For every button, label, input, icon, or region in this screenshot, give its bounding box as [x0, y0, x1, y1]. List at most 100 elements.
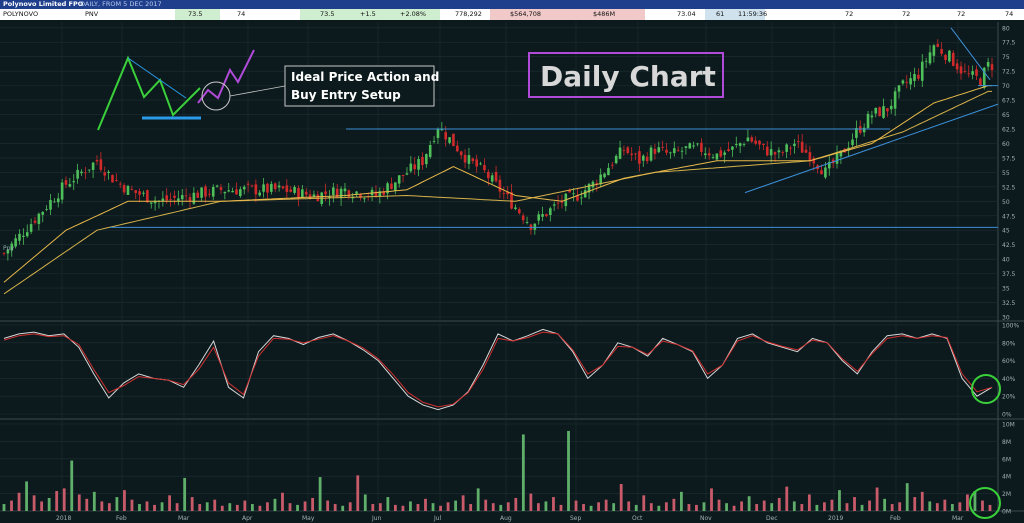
candle-body [173, 195, 176, 198]
volume-bar [318, 477, 322, 511]
candle-body [25, 232, 29, 237]
entry-pointer [229, 85, 286, 97]
candle-body [45, 208, 48, 210]
time-tick-label: 2019 [828, 515, 843, 522]
price-tick-label: 40 [1002, 257, 1010, 264]
candle-body [428, 144, 432, 157]
quote-prev: 74 [1005, 10, 1014, 18]
candle-body [242, 186, 246, 190]
volume-bar [664, 502, 668, 511]
volume-bar [326, 500, 330, 511]
candle-body [53, 201, 56, 203]
volume-bar [845, 503, 849, 511]
volume-bar [755, 504, 759, 511]
time-tick-label: Oct [632, 515, 643, 522]
pattern-purple-line [197, 49, 255, 104]
volume-bar [85, 498, 89, 511]
volume-bar [627, 501, 631, 511]
quote-symbol: POLYNOVO [3, 10, 39, 18]
candle-body [820, 170, 823, 175]
candle-body [68, 184, 72, 187]
volume-bar [484, 499, 488, 511]
candle-body [533, 223, 537, 230]
candle-body [122, 185, 126, 193]
candle-body [917, 74, 920, 79]
candle-body [324, 191, 327, 195]
candle-body [572, 193, 575, 195]
stochastic-pane [3, 328, 993, 411]
candle-body [266, 183, 269, 193]
volume-bar [47, 497, 51, 511]
volume-bar [10, 500, 13, 511]
candle-body [583, 190, 587, 198]
volume-bar [393, 504, 397, 511]
annotations: Ppy Ideal Price Action and Buy Entry Set… [3, 49, 1001, 519]
candle-body [149, 202, 153, 204]
candle-body [920, 61, 924, 81]
candle-body [951, 52, 955, 66]
volume-bar [792, 501, 796, 511]
volume-bar [612, 503, 616, 511]
price-left-label: Ppy [3, 245, 14, 252]
candle-body [239, 189, 242, 197]
candle-body [246, 183, 250, 185]
candle-body [649, 147, 653, 161]
volume-bar [190, 497, 194, 511]
candle-body [444, 132, 447, 140]
volume-bar [559, 504, 563, 511]
candle-body [940, 49, 943, 54]
candle-body [502, 193, 506, 194]
candle-body [610, 164, 614, 166]
candle-body [227, 190, 231, 192]
candle-body [781, 152, 785, 153]
candle-body [390, 183, 393, 190]
volume-bar [589, 505, 593, 511]
candle-body [14, 238, 17, 247]
volume-bar [461, 495, 465, 511]
candle-body [738, 143, 742, 146]
quote-last: 73.5 [320, 10, 335, 18]
candle-body [142, 192, 145, 194]
time-tick-label: May [302, 515, 315, 522]
volume-bar [62, 488, 66, 511]
volume-bar [988, 504, 992, 511]
volume-bar [777, 497, 781, 511]
candle-body [363, 198, 366, 200]
time-tick-label: Aug [500, 515, 512, 522]
candle-body [537, 214, 540, 221]
chart-canvas: 80 77.5 75 72.5 70 67.5 65 62.5 60 57.5 55 52.5 50 47… [0, 22, 1024, 522]
candle-body [626, 147, 630, 154]
candle-body [177, 198, 180, 201]
quote-open: 72 [845, 10, 854, 18]
time-tick-label: Apr [242, 515, 253, 522]
candle-body [913, 74, 916, 81]
volume-bar [604, 499, 608, 511]
candle-body [146, 190, 149, 203]
volume-bar [702, 502, 706, 511]
candle-body [401, 174, 405, 177]
candle-body [409, 163, 413, 172]
candle-body [200, 187, 203, 198]
volume-bar [198, 504, 202, 511]
candle-body [425, 154, 428, 165]
candle-body [490, 175, 494, 182]
price-tick-label: 45 [1002, 228, 1010, 235]
volume-bar [371, 504, 375, 511]
candle-body [115, 180, 118, 181]
candle-body [684, 146, 688, 148]
volume-bar [92, 491, 96, 511]
quote-time: 11:59:36 [738, 10, 768, 18]
volume-bar [905, 483, 909, 511]
candle-body [417, 159, 420, 170]
candle-body [235, 189, 238, 195]
quote-ask: 74 [237, 10, 246, 18]
candle-body [49, 200, 52, 210]
volume-bar [958, 502, 962, 511]
volume-tick-label: 10M [1002, 422, 1015, 429]
candle-body [304, 191, 308, 195]
volume-bar [732, 505, 736, 511]
candle-body [676, 149, 680, 151]
volume-bar [552, 497, 555, 511]
candle-body [293, 186, 296, 193]
volume-bar [213, 499, 217, 511]
